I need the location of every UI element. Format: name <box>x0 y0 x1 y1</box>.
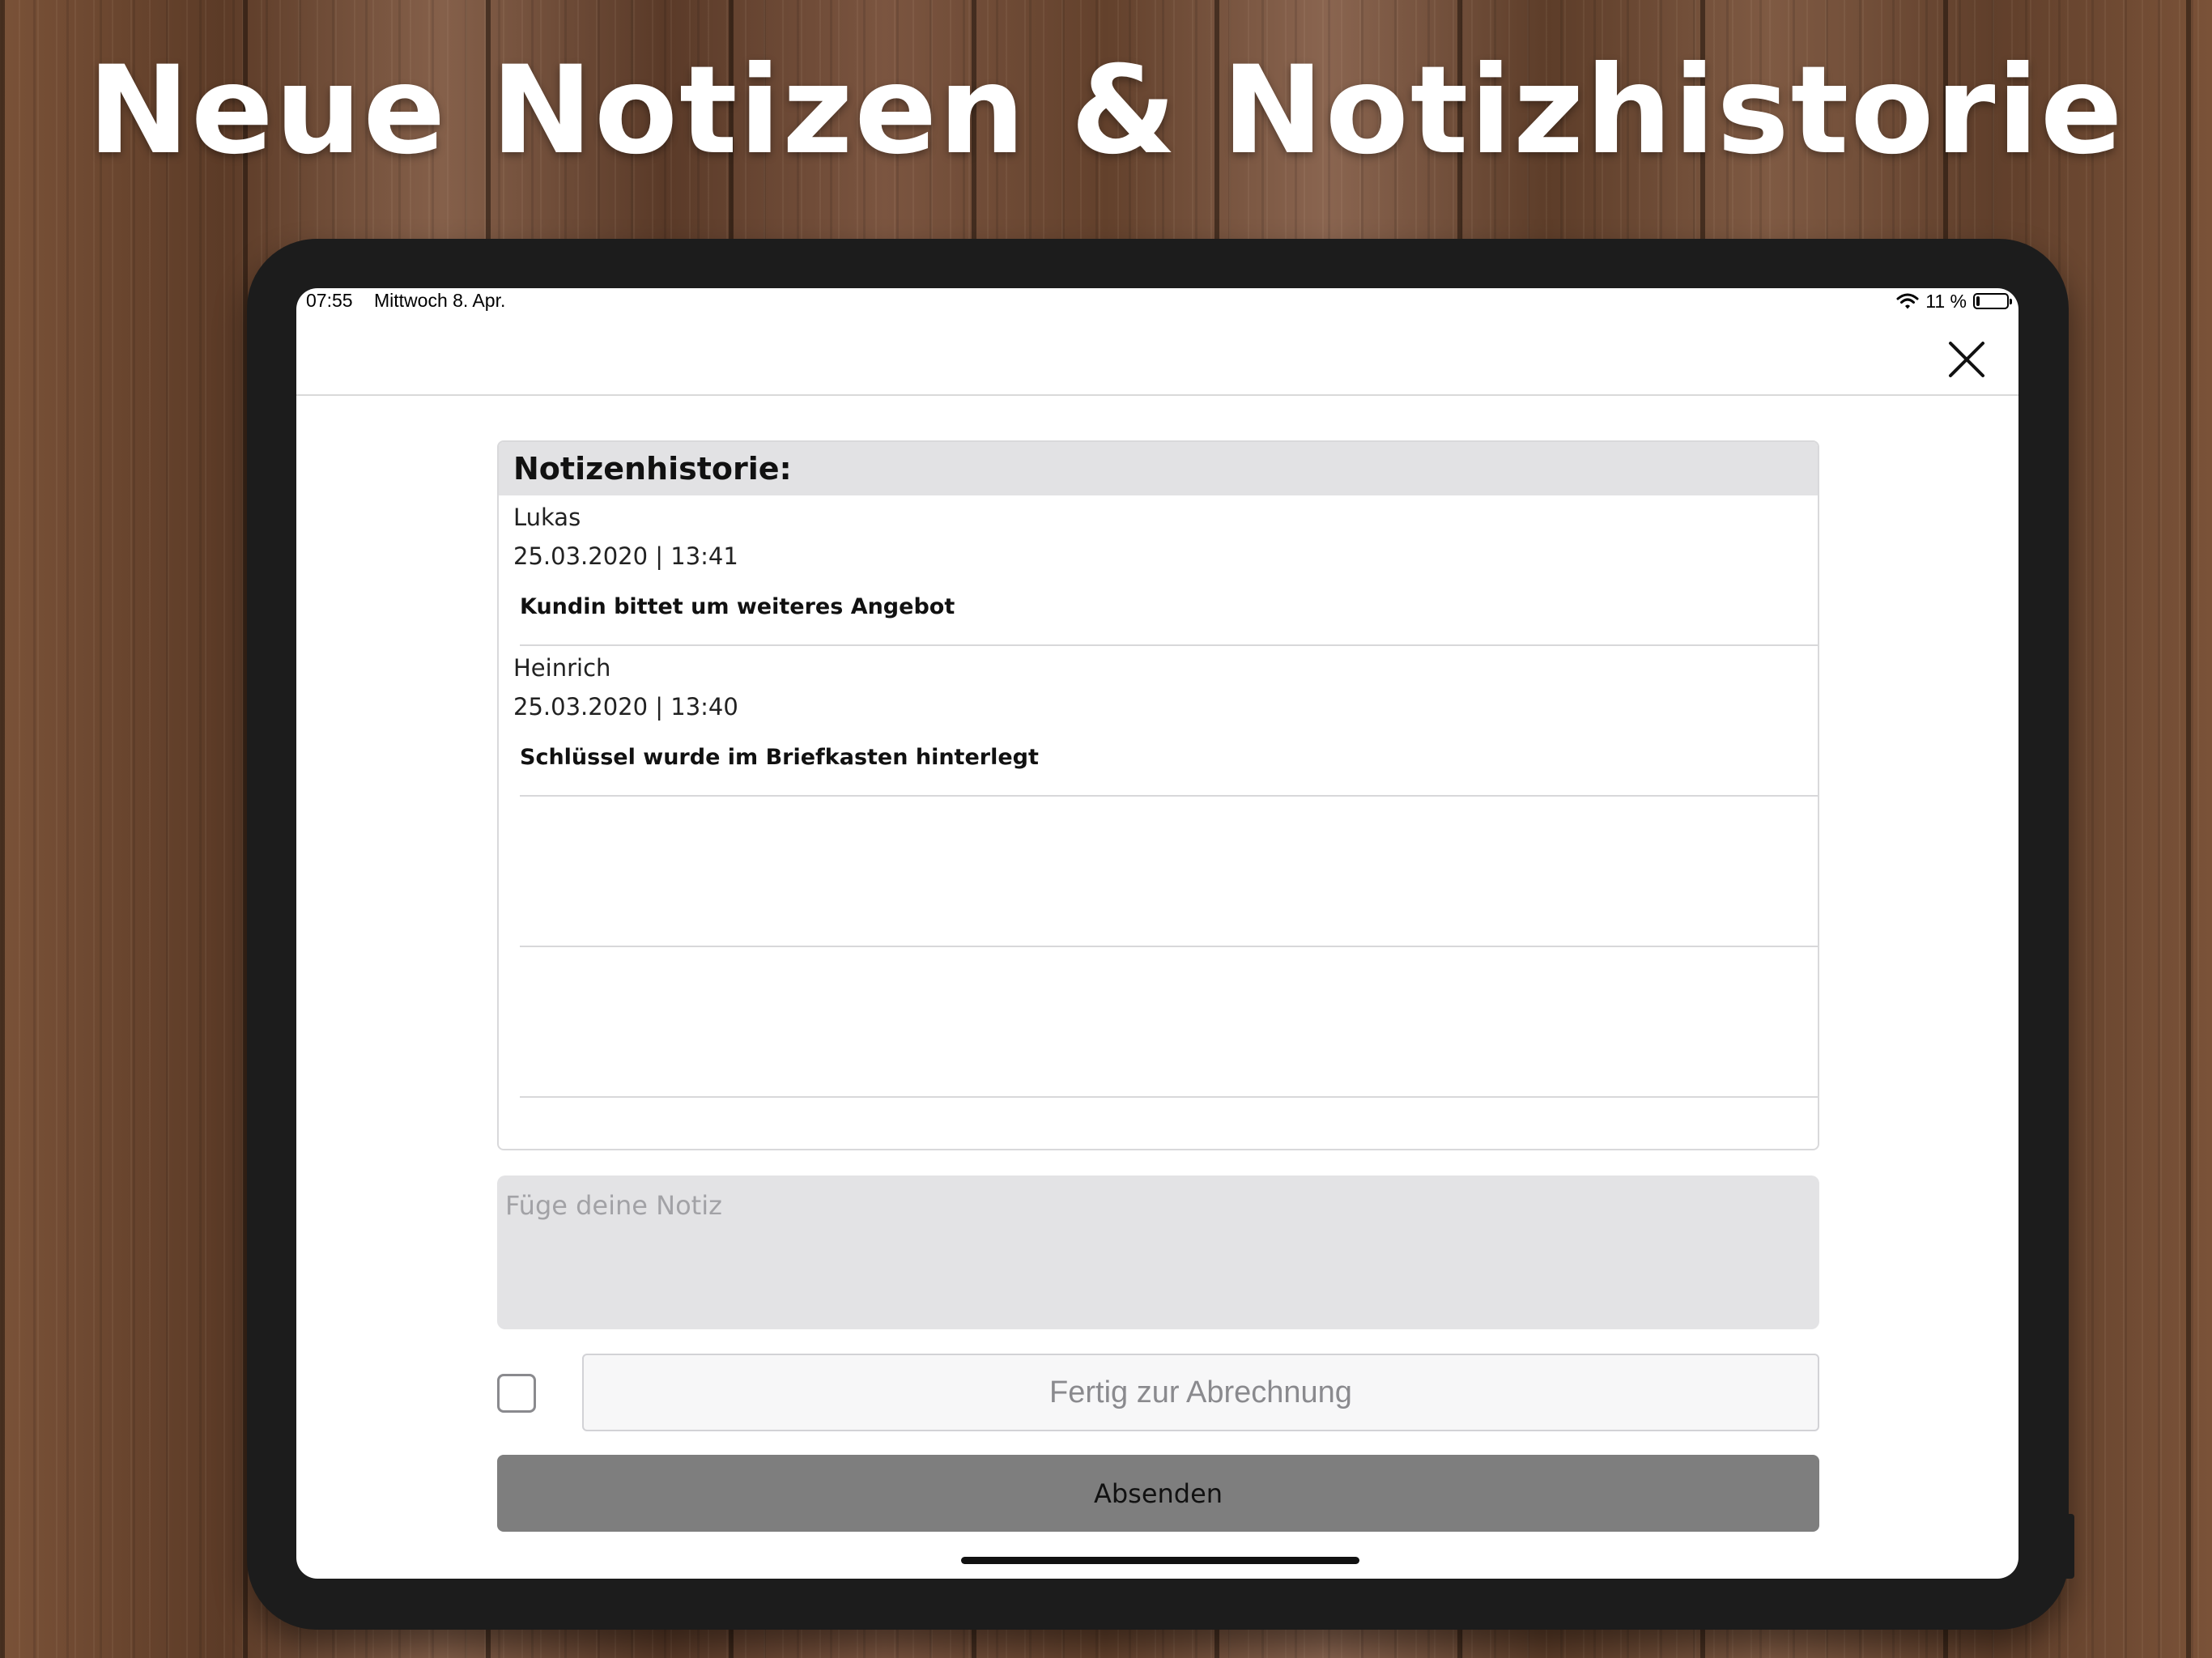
status-date: Mittwoch 8. Apr. <box>374 290 506 311</box>
note-text: Schlüssel wurde im Briefkasten hinterleg… <box>520 745 1039 770</box>
battery-percent: 11 % <box>1925 290 1967 312</box>
note-date: 25.03.2020 | 13:41 <box>513 542 738 570</box>
header-divider <box>296 394 2018 396</box>
note-author: Lukas <box>513 504 581 531</box>
note-author: Heinrich <box>513 654 611 682</box>
note-date: 25.03.2020 | 13:40 <box>513 693 738 721</box>
wifi-icon <box>1896 293 1919 309</box>
note-item: Heinrich 25.03.2020 | 13:40 Schlüssel wu… <box>513 646 1818 797</box>
close-icon <box>1949 342 1984 377</box>
note-input[interactable] <box>497 1175 1819 1329</box>
home-indicator <box>961 1557 1359 1564</box>
battery-level <box>1976 296 1980 306</box>
close-button[interactable] <box>1942 335 1991 384</box>
status-time: 07:55 <box>306 290 353 311</box>
submit-button[interactable]: Absenden <box>497 1455 1819 1532</box>
status-bar: 07:55 Mittwoch 8. Apr. 11 % <box>296 288 2018 337</box>
note-item: Lukas 25.03.2020 | 13:41 Kundin bittet u… <box>513 495 1818 646</box>
tablet-side-button <box>2065 1514 2074 1579</box>
app-screen: 07:55 Mittwoch 8. Apr. 11 % Notizenhisto… <box>296 288 2018 1579</box>
billing-ready-button[interactable]: Fertig zur Abrechnung <box>582 1354 1819 1431</box>
note-item-empty <box>520 947 1818 1098</box>
status-right: 11 % <box>1896 290 2012 312</box>
billing-checkbox[interactable] <box>497 1374 536 1413</box>
headline: Neue Notizen & Notizhistorie <box>87 40 2125 181</box>
notes-history-panel: Notizenhistorie: Lukas 25.03.2020 | 13:4… <box>497 440 1819 1150</box>
note-text: Kundin bittet um weiteres Angebot <box>520 594 955 619</box>
note-item-empty <box>520 797 1818 947</box>
battery-icon <box>1973 293 2012 309</box>
history-title: Notizenhistorie: <box>499 442 1818 495</box>
